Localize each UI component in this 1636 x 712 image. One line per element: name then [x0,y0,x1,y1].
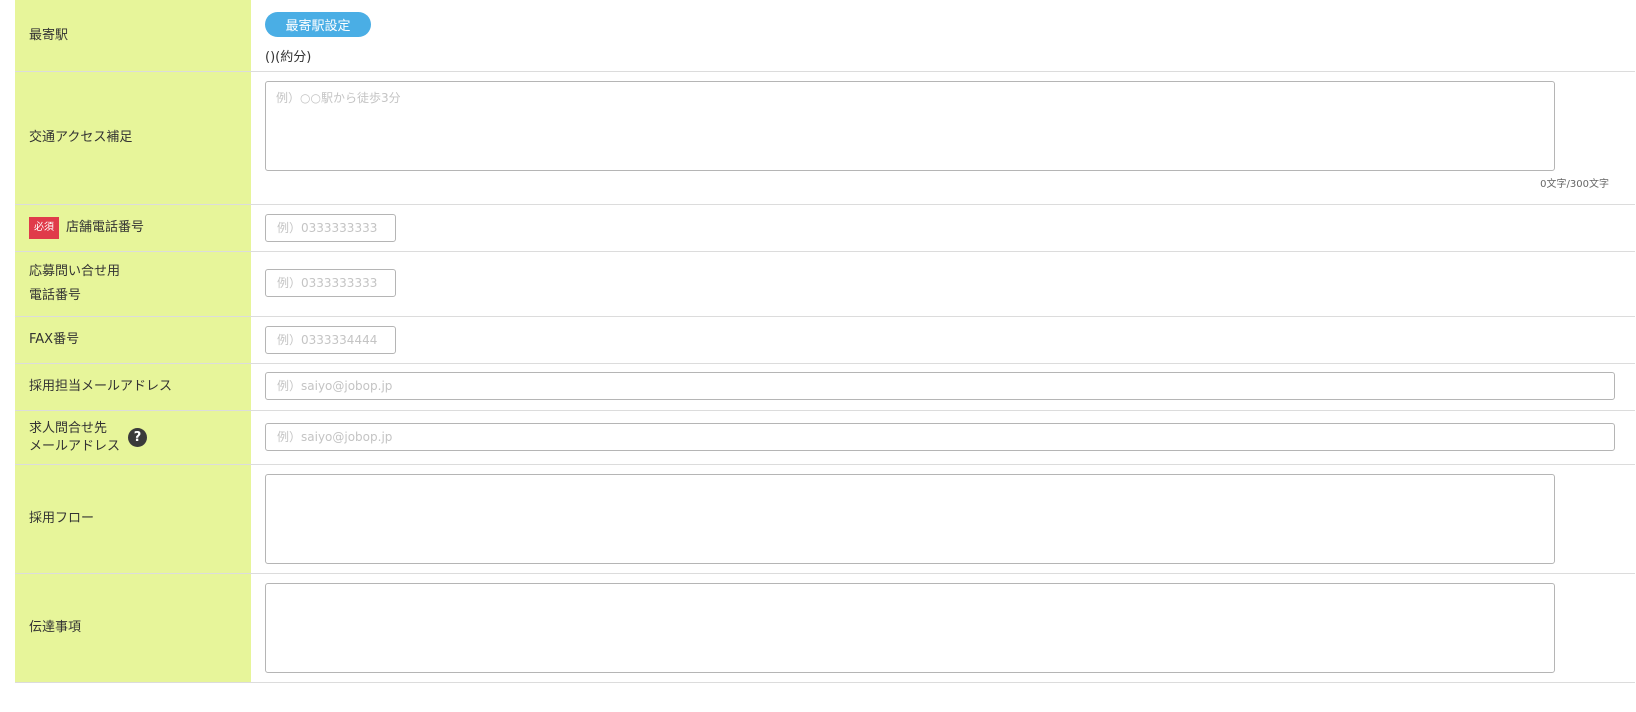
nearest-station-label: 最寄駅 [15,0,251,71]
inquiry-phone-label: 応募問い合せ用 電話番号 [15,252,251,316]
access-note-label-text: 交通アクセス補足 [29,130,133,145]
nearest-station-value: 最寄駅設定 ()(約分) [251,0,1635,71]
store-info-form: 最寄駅 最寄駅設定 ()(約分) 交通アクセス補足 0文字/300文字 必須 店… [15,0,1635,683]
row-notes: 伝達事項 [15,574,1635,683]
inquiry-phone-value [251,252,1635,316]
row-recruit-email: 採用担当メールアドレス [15,364,1635,411]
nearest-station-text: ()(約分) [265,50,312,65]
store-phone-input[interactable] [265,214,396,242]
inquiry-phone-label-line2: 電話番号 [29,288,82,303]
inquiry-email-label: 求人問合せ先 メールアドレス ? [15,411,251,464]
row-inquiry-email: 求人問合せ先 メールアドレス ? [15,411,1635,465]
row-inquiry-phone: 応募問い合せ用 電話番号 [15,252,1635,317]
inquiry-email-label-line1: 求人問合せ先 [29,420,108,436]
recruit-email-label: 採用担当メールアドレス [15,364,251,410]
required-badge: 必須 [29,217,59,239]
row-access-note: 交通アクセス補足 0文字/300文字 [15,72,1635,205]
inquiry-email-value [251,411,1635,464]
notes-value [251,574,1635,682]
store-phone-label: 必須 店舗電話番号 [15,205,251,251]
recruit-flow-label-text: 採用フロー [29,511,95,526]
notes-textarea[interactable] [265,583,1555,673]
fax-label: FAX番号 [15,317,251,363]
recruit-flow-label: 採用フロー [15,465,251,573]
notes-label-text: 伝達事項 [29,620,82,635]
access-note-textarea[interactable] [265,81,1555,171]
inquiry-phone-label-line1: 応募問い合せ用 [29,264,121,279]
inquiry-email-input[interactable] [265,423,1615,451]
store-phone-value [251,205,1635,251]
recruit-email-input[interactable] [265,372,1615,400]
fax-input[interactable] [265,326,396,354]
recruit-email-value [251,364,1635,410]
row-fax: FAX番号 [15,317,1635,364]
recruit-flow-textarea[interactable] [265,474,1555,564]
row-store-phone: 必須 店舗電話番号 [15,205,1635,252]
inquiry-email-label-block: 求人問合せ先 メールアドレス [29,420,120,456]
set-nearest-station-button[interactable]: 最寄駅設定 [265,12,371,37]
access-note-char-counter: 0文字/300文字 [1540,179,1609,190]
access-note-label: 交通アクセス補足 [15,72,251,204]
row-recruit-flow: 採用フロー [15,465,1635,574]
fax-value [251,317,1635,363]
row-nearest-station: 最寄駅 最寄駅設定 ()(約分) [15,0,1635,72]
inquiry-email-label-line2: メールアドレス [29,438,121,454]
inquiry-phone-input[interactable] [265,269,396,297]
inquiry-phone-label-block: 応募問い合せ用 電話番号 [29,260,120,308]
notes-label: 伝達事項 [15,574,251,682]
store-phone-label-text: 店舗電話番号 [66,220,145,235]
access-note-value: 0文字/300文字 [251,72,1635,204]
fax-label-text: FAX番号 [29,332,80,347]
recruit-email-label-text: 採用担当メールアドレス [29,379,173,394]
nearest-station-label-text: 最寄駅 [29,27,69,43]
question-circle-icon[interactable]: ? [128,428,148,447]
recruit-flow-value [251,465,1635,573]
